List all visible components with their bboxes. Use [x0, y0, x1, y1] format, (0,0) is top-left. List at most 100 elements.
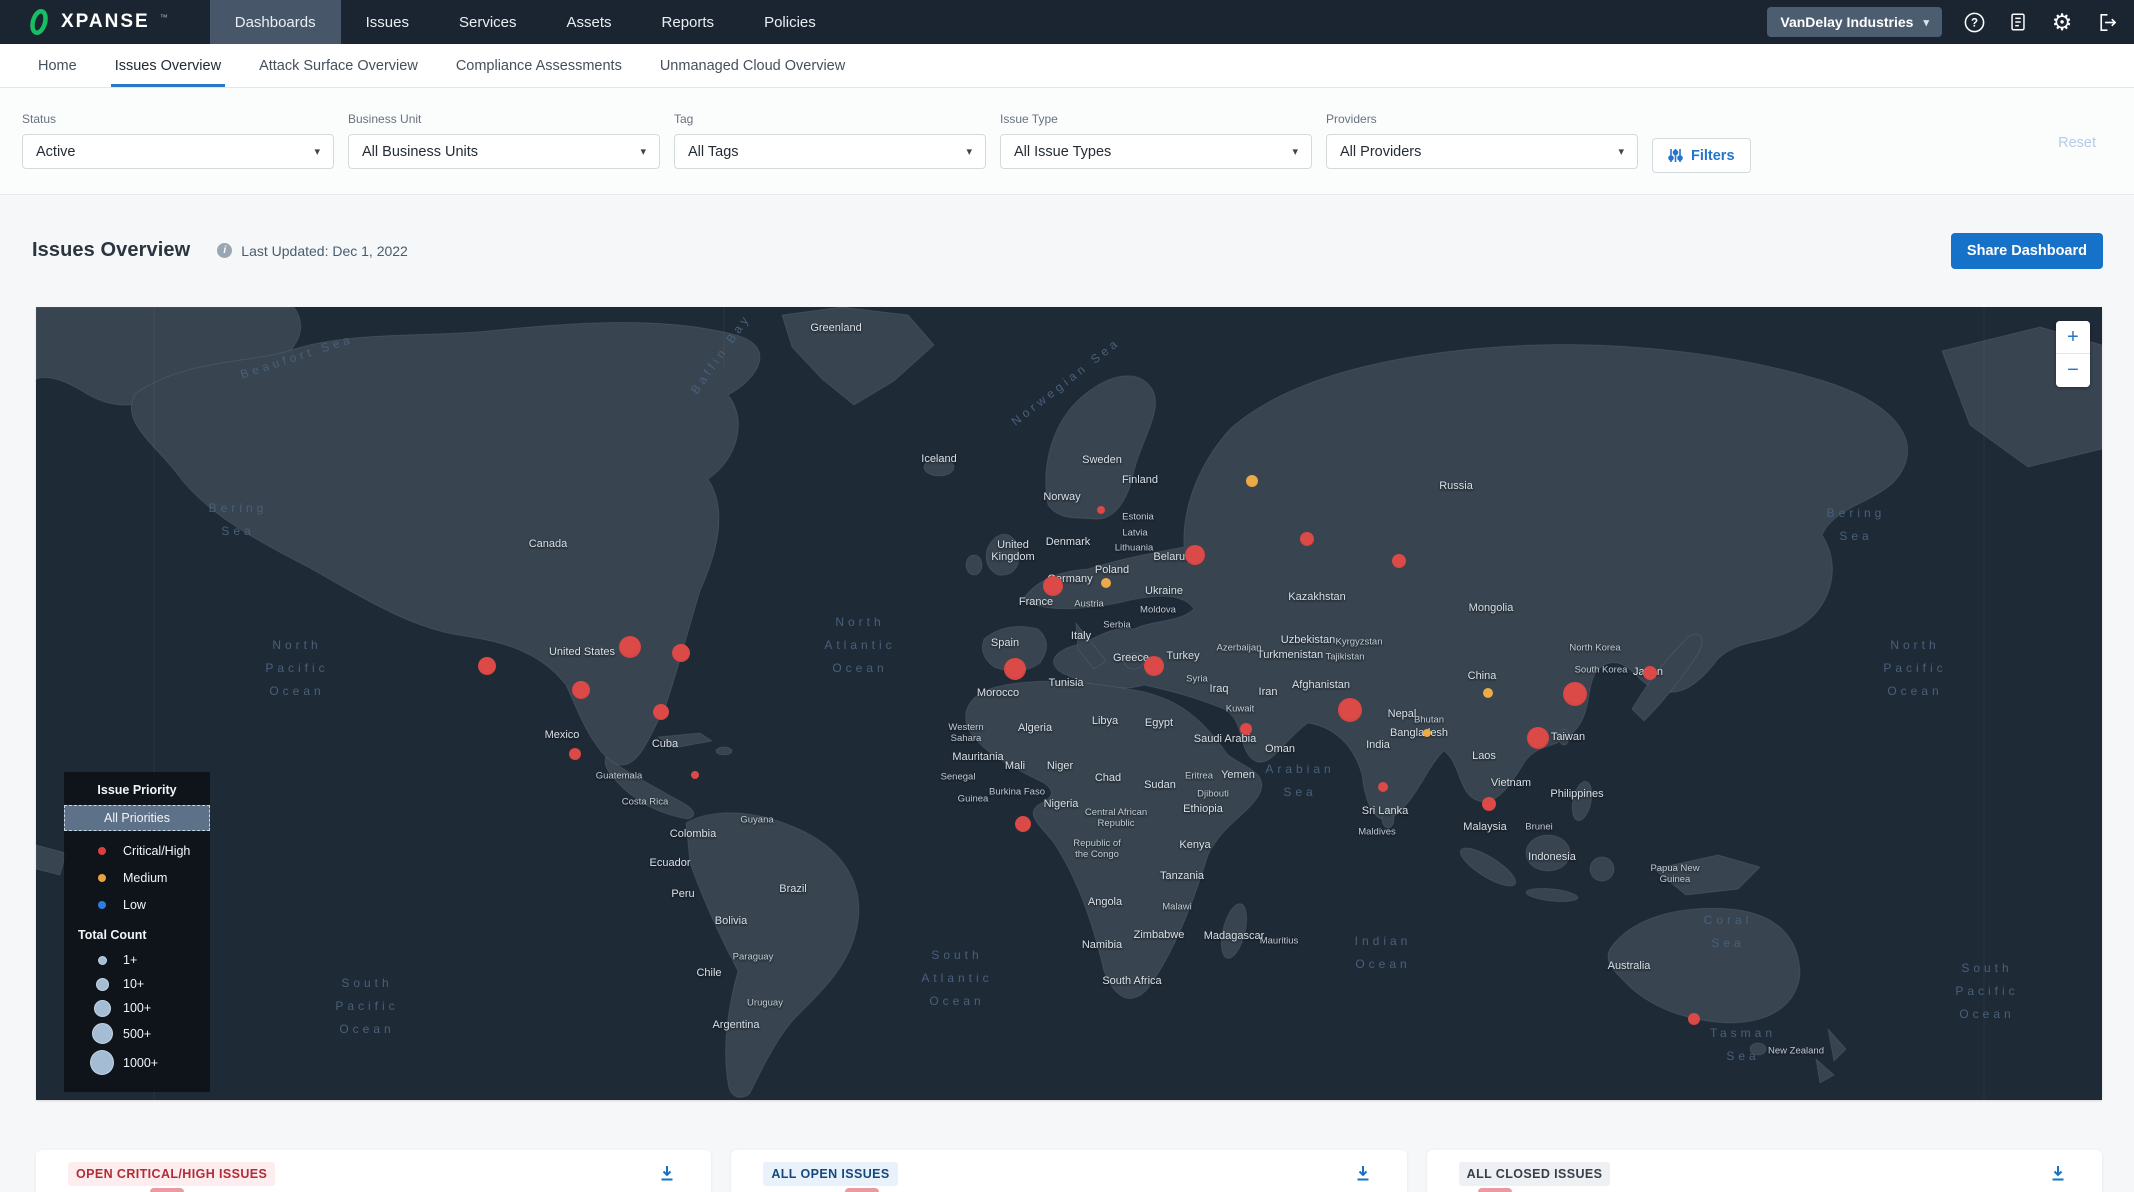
map-marker-critical[interactable] [1043, 576, 1063, 596]
map-marker-critical[interactable] [1688, 1013, 1700, 1025]
map-marker-medium[interactable] [1101, 578, 1111, 588]
download-icon[interactable] [1349, 1159, 1377, 1190]
tab-compliance-assessments[interactable]: Compliance Assessments [456, 44, 622, 87]
legend-priority-label: Critical/High [123, 844, 190, 858]
last-updated-text: Last Updated: Dec 1, 2022 [241, 243, 408, 259]
chevron-down-icon: ▾ [1923, 16, 1929, 29]
filter-select-status[interactable]: Active▾ [22, 134, 334, 169]
logout-icon[interactable] [2094, 10, 2118, 34]
map-marker-critical[interactable] [1643, 666, 1657, 680]
legend-priority-label: Low [123, 898, 146, 912]
tab-attack-surface-overview[interactable]: Attack Surface Overview [259, 44, 418, 87]
legend-priority-medium[interactable]: Medium [64, 864, 210, 891]
filter-group-providers: ProvidersAll Providers▾ [1326, 112, 1638, 173]
count-bubble-icon [90, 978, 114, 991]
nav-item-services[interactable]: Services [434, 0, 542, 44]
account-menu-button[interactable]: VanDelay Industries ▾ [1767, 7, 1942, 37]
chevron-down-icon: ▾ [966, 145, 972, 158]
map-marker-critical[interactable] [1563, 682, 1587, 706]
medium-dot-icon [90, 874, 114, 882]
svg-text:?: ? [1970, 17, 1977, 29]
legend-size-rows: 1+10+100+500+1000+ [64, 948, 210, 1078]
map-marker-critical[interactable] [653, 704, 669, 720]
legend-all-priorities[interactable]: All Priorities [64, 805, 210, 831]
primary-nav: DashboardsIssuesServicesAssetsReportsPol… [210, 0, 841, 44]
xpanse-logo[interactable]: XPANSE ™ [26, 9, 168, 35]
filter-select-issue-type[interactable]: All Issue Types▾ [1000, 134, 1312, 169]
xpanse-app: XPANSE ™ DashboardsIssuesServicesAssetsR… [0, 0, 2134, 1192]
tab-issues-overview[interactable]: Issues Overview [115, 44, 221, 87]
map-marker-critical[interactable] [1527, 727, 1549, 749]
release-notes-icon[interactable] [2006, 10, 2030, 34]
map-marker-critical[interactable] [1338, 698, 1362, 722]
legend-priority-low[interactable]: Low [64, 891, 210, 918]
map-marker-critical[interactable] [1185, 545, 1205, 565]
chevron-down-icon: ▾ [1618, 145, 1624, 158]
nav-item-assets[interactable]: Assets [542, 0, 637, 44]
nav-item-issues[interactable]: Issues [341, 0, 434, 44]
download-icon[interactable] [653, 1159, 681, 1190]
map-landmass [36, 307, 2102, 1100]
card-open-critical-high-issues: OPEN CRITICAL/HIGH ISSUES [36, 1150, 711, 1192]
map-marker-critical[interactable] [1097, 506, 1105, 514]
map-marker-critical[interactable] [1144, 656, 1164, 676]
nav-item-dashboards[interactable]: Dashboards [210, 0, 341, 44]
map-marker-medium[interactable] [1423, 729, 1431, 737]
map-marker-critical[interactable] [569, 748, 581, 760]
nav-item-reports[interactable]: Reports [637, 0, 740, 44]
tab-unmanaged-cloud-overview[interactable]: Unmanaged Cloud Overview [660, 44, 845, 87]
count-chip [1478, 1188, 1512, 1192]
map-marker-critical[interactable] [672, 644, 690, 662]
map-marker-critical[interactable] [572, 681, 590, 699]
map-marker-critical[interactable] [619, 636, 641, 658]
count-bubble-icon [90, 1050, 114, 1075]
help-icon[interactable]: ? [1962, 10, 1986, 34]
legend-total-count-title: Total Count [64, 928, 210, 942]
map-marker-critical[interactable] [1015, 816, 1031, 832]
map-marker-critical[interactable] [1392, 554, 1406, 568]
zoom-in-button[interactable]: + [2056, 321, 2090, 354]
legend-size-label: 100+ [123, 1001, 151, 1015]
page-title: Issues Overview [32, 239, 190, 262]
map-marker-critical[interactable] [1004, 658, 1026, 680]
map-marker-critical[interactable] [1240, 723, 1252, 735]
map-marker-critical[interactable] [1378, 782, 1388, 792]
filter-value-status: Active [36, 144, 76, 160]
account-name: VanDelay Industries [1780, 14, 1913, 30]
reset-filters-button[interactable]: Reset [2052, 134, 2102, 152]
download-icon[interactable] [2044, 1159, 2072, 1190]
map-marker-critical[interactable] [1300, 532, 1314, 546]
card-title-open-critical-high-issues: OPEN CRITICAL/HIGH ISSUES [68, 1162, 275, 1186]
share-dashboard-button[interactable]: Share Dashboard [1951, 233, 2103, 269]
summary-cards: OPEN CRITICAL/HIGH ISSUESALL OPEN ISSUES… [36, 1150, 2102, 1192]
page-head: Issues Overview i Last Updated: Dec 1, 2… [32, 239, 408, 262]
map-marker-critical[interactable] [478, 657, 496, 675]
filter-select-business-unit[interactable]: All Business Units▾ [348, 134, 660, 169]
nav-item-policies[interactable]: Policies [739, 0, 841, 44]
map-marker-medium[interactable] [1483, 688, 1493, 698]
filter-select-tag[interactable]: All Tags ▾ [674, 134, 986, 169]
map-marker-medium[interactable] [1246, 475, 1258, 487]
map-marker-critical[interactable] [1482, 797, 1496, 811]
card-title-all-closed-issues: ALL CLOSED ISSUES [1459, 1162, 1611, 1186]
legend-size-1: 1+ [64, 948, 210, 972]
filter-label-issue-type: Issue Type [1000, 112, 1312, 126]
filter-select-providers[interactable]: All Providers ▾ [1326, 134, 1638, 169]
legend-size-500: 500+ [64, 1020, 210, 1047]
filter-bar: StatusActive▾Business UnitAll Business U… [0, 88, 2134, 195]
chevron-down-icon: ▾ [1292, 145, 1298, 158]
critical-dot-icon [90, 847, 114, 855]
legend-size-label: 10+ [123, 977, 144, 991]
tab-home[interactable]: Home [38, 44, 77, 87]
filter-value-tag: All Tags [688, 144, 739, 160]
legend-priority-critical-high[interactable]: Critical/High [64, 837, 210, 864]
brand-trademark: ™ [160, 13, 168, 22]
filters-button[interactable]: Filters [1652, 138, 1751, 173]
settings-gear-icon[interactable]: ⚙ [2050, 10, 2074, 34]
zoom-out-button[interactable]: − [2056, 354, 2090, 387]
xpanse-logo-icon [26, 9, 52, 35]
filter-value-providers: All Providers [1340, 144, 1421, 160]
map-marker-critical[interactable] [691, 771, 699, 779]
map-zoom-control: + − [2056, 321, 2090, 387]
world-map[interactable]: CanadaUnited StatesMexicoCubaGuatemalaCo… [36, 307, 2102, 1100]
